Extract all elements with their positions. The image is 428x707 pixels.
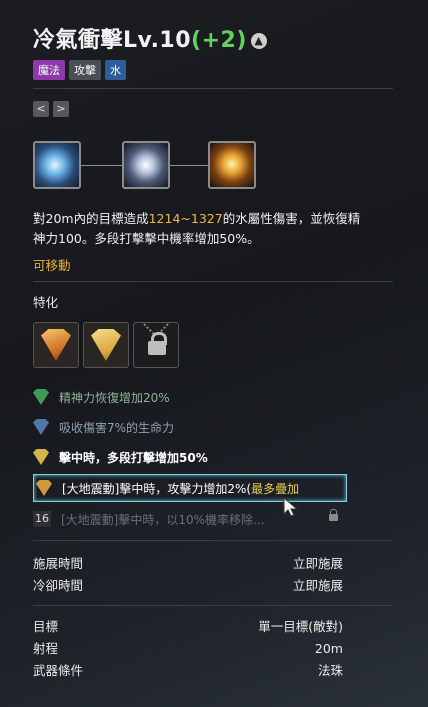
- specialization-slot-locked[interactable]: [133, 322, 179, 368]
- tag-attack: 攻擊: [69, 60, 101, 80]
- spec-option-locked[interactable]: 16 [大地震動]擊中時，以10%機率移除...: [33, 506, 393, 532]
- skill-tooltip: 冷氣衝擊Lv.10(+2) ▲ 魔法 攻擊 水 < > 對20m內的目標造成121…: [0, 0, 428, 707]
- skill-title: 冷氣衝擊Lv.10(+2) ▲: [33, 22, 267, 54]
- skill-tags: 魔法 攻擊 水: [33, 60, 126, 80]
- specialization-slot-2[interactable]: [83, 322, 129, 368]
- gold-shield-icon: [36, 480, 52, 496]
- targeting-section: 目標 單一目標(敵對) 射程 20m 武器條件 法珠: [33, 616, 343, 682]
- spec-option[interactable]: 吸收傷害7%的生命力: [33, 414, 393, 440]
- weapon-row: 武器條件 法珠: [33, 663, 343, 678]
- skill-chain: [33, 141, 259, 189]
- movable-label: 可移動: [33, 258, 71, 273]
- prev-skill-button[interactable]: <: [33, 101, 49, 117]
- skill-chain-icon-1[interactable]: [33, 141, 81, 189]
- spec-option[interactable]: 精神力恢復增加20%: [33, 384, 393, 410]
- skill-chain-icon-2[interactable]: [122, 141, 170, 189]
- mouse-cursor-icon: [283, 496, 299, 517]
- tag-water: 水: [105, 60, 126, 80]
- damage-range: 1214~1327: [148, 211, 223, 226]
- shield-icon: [41, 329, 71, 361]
- specialization-options: 精神力恢復增加20% 吸收傷害7%的生命力 擊中時，多段打擊增加50% [大地震…: [33, 384, 393, 536]
- cast-time-row: 施展時間 立即施展: [33, 556, 343, 571]
- chain-link: [168, 165, 208, 166]
- chain-link: [79, 165, 122, 166]
- specialization-slots: [33, 322, 179, 368]
- gold-shield-icon: [33, 449, 49, 465]
- timing-section: 施展時間 立即施展 冷卻時間 立即施展: [33, 553, 343, 597]
- skill-name: 冷氣衝擊Lv.10: [33, 28, 192, 53]
- divider: [33, 88, 393, 89]
- upgrade-arrow-icon[interactable]: ▲: [250, 33, 267, 49]
- divider: [33, 540, 393, 541]
- blue-shield-icon: [33, 419, 49, 435]
- specialization-title: 特化: [33, 295, 59, 310]
- skill-description: 對20m內的目標造成1214~1327的水屬性傷害，並恢復精神力100。多段打擊…: [33, 211, 361, 246]
- cooldown-row: 冷卻時間 立即施展: [33, 578, 343, 593]
- specialization-slot-1[interactable]: [33, 322, 79, 368]
- green-shield-icon: [33, 389, 49, 405]
- divider: [33, 281, 393, 282]
- spec-option[interactable]: 擊中時，多段打擊增加50%: [33, 444, 393, 470]
- range-row: 射程 20m: [33, 641, 343, 656]
- required-level-badge: 16: [33, 511, 51, 527]
- next-skill-button[interactable]: >: [53, 101, 69, 117]
- divider: [33, 605, 393, 606]
- tag-magic: 魔法: [33, 60, 65, 80]
- shield-icon: [91, 329, 121, 361]
- skill-nav: < >: [33, 101, 69, 117]
- lock-icon: [329, 509, 338, 521]
- skill-chain-icon-3[interactable]: [208, 141, 256, 189]
- target-row: 目標 單一目標(敵對): [33, 619, 343, 634]
- skill-level-bonus: (+2): [191, 28, 247, 53]
- lock-icon: [148, 341, 166, 355]
